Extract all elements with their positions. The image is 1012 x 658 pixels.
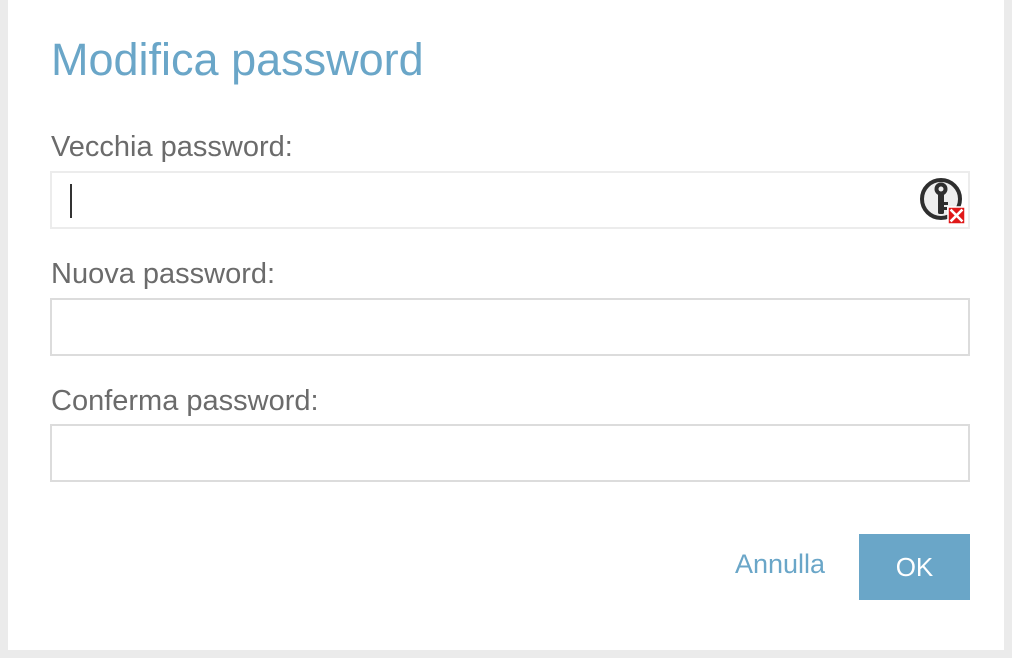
- cancel-button[interactable]: Annulla: [735, 546, 825, 582]
- confirm-password-input[interactable]: [52, 426, 968, 480]
- new-password-input[interactable]: [52, 300, 968, 354]
- key-icon[interactable]: [919, 176, 967, 225]
- new-password-field-container: [50, 298, 970, 356]
- new-password-label: Nuova password:: [51, 258, 276, 290]
- dialog-title: Modifica password: [51, 34, 424, 85]
- confirm-password-label: Conferma password:: [51, 385, 319, 417]
- old-password-input[interactable]: [52, 173, 968, 227]
- old-password-field-container: [50, 171, 970, 229]
- ok-button[interactable]: OK: [859, 534, 970, 600]
- change-password-dialog: Modifica password Vecchia password: Nuov…: [8, 0, 1004, 650]
- old-password-label: Vecchia password:: [51, 131, 293, 163]
- confirm-password-field-container: [50, 424, 970, 482]
- red-x-badge-icon: [947, 206, 966, 225]
- text-cursor: [70, 184, 72, 218]
